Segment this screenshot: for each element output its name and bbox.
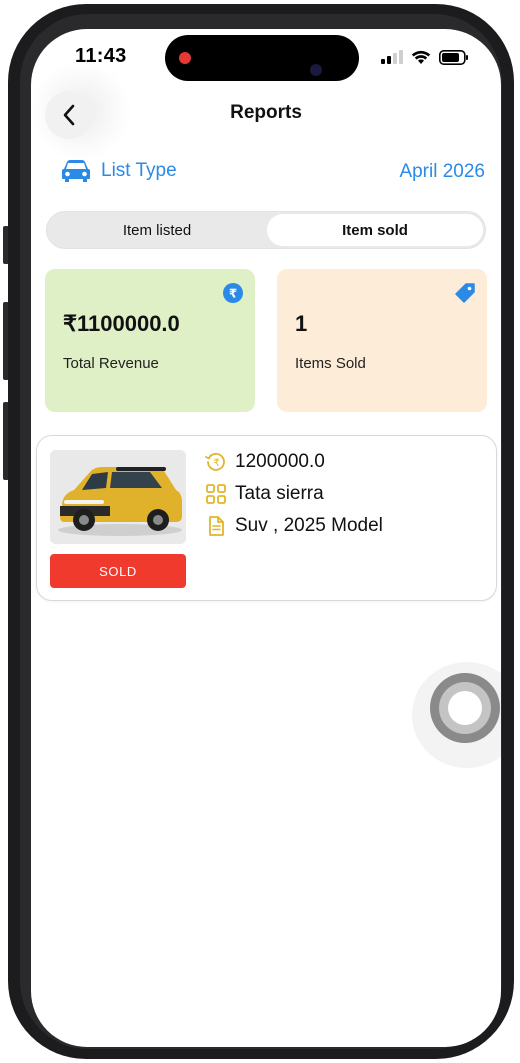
car-thumbnail bbox=[50, 450, 186, 544]
wifi-icon bbox=[411, 50, 431, 64]
battery-icon bbox=[439, 49, 468, 65]
sold-status-button[interactable]: SOLD bbox=[50, 554, 186, 588]
front-camera bbox=[310, 64, 322, 76]
tab-item-listed[interactable]: Item listed bbox=[49, 214, 265, 246]
car-photo bbox=[50, 450, 186, 544]
items-sold-card: 1 Items Sold bbox=[277, 269, 487, 412]
tab-item-sold[interactable]: Item sold bbox=[267, 214, 483, 246]
dynamic-island bbox=[165, 35, 359, 81]
tag-icon bbox=[455, 283, 475, 303]
total-revenue-label: Total Revenue bbox=[63, 355, 159, 372]
status-icons bbox=[381, 47, 469, 67]
list-type-selector[interactable]: List Type bbox=[61, 159, 177, 183]
total-revenue-value: ₹1100000.0 bbox=[63, 311, 180, 336]
item-details: Suv , 2025 Model bbox=[235, 515, 383, 536]
rupee-history-icon: ₹ bbox=[205, 453, 225, 471]
svg-text:₹: ₹ bbox=[229, 287, 237, 301]
item-price: 1200000.0 bbox=[235, 451, 325, 472]
items-sold-value: 1 bbox=[295, 311, 308, 336]
items-sold-label: Items Sold bbox=[295, 355, 366, 372]
svg-text:₹: ₹ bbox=[213, 458, 219, 469]
recording-indicator-icon bbox=[179, 52, 191, 64]
details-row: Suv , 2025 Model bbox=[205, 515, 383, 537]
total-revenue-card: ₹ ₹1100000.0 Total Revenue bbox=[45, 269, 255, 412]
rupee-icon: ₹ bbox=[223, 283, 243, 303]
page-title: Reports bbox=[230, 102, 302, 123]
price-row: ₹ 1200000.0 bbox=[205, 451, 325, 473]
sold-item-card[interactable]: SOLD ₹ 1200000.0 Tata sierra Suv , 2025 … bbox=[36, 435, 497, 601]
cellular-signal-icon bbox=[381, 50, 403, 64]
app-screen: 11:43 Reports List Type April 2026 Item … bbox=[31, 29, 501, 1047]
month-selector[interactable]: April 2026 bbox=[399, 161, 485, 183]
name-row: Tata sierra bbox=[205, 483, 324, 505]
item-name: Tata sierra bbox=[235, 483, 324, 504]
grid-icon bbox=[206, 484, 226, 504]
assistive-touch-button[interactable] bbox=[430, 673, 500, 743]
list-type-label: List Type bbox=[101, 160, 177, 181]
report-type-segment: Item listed Item sold bbox=[46, 211, 486, 249]
document-icon bbox=[209, 516, 224, 536]
car-icon bbox=[62, 160, 90, 182]
